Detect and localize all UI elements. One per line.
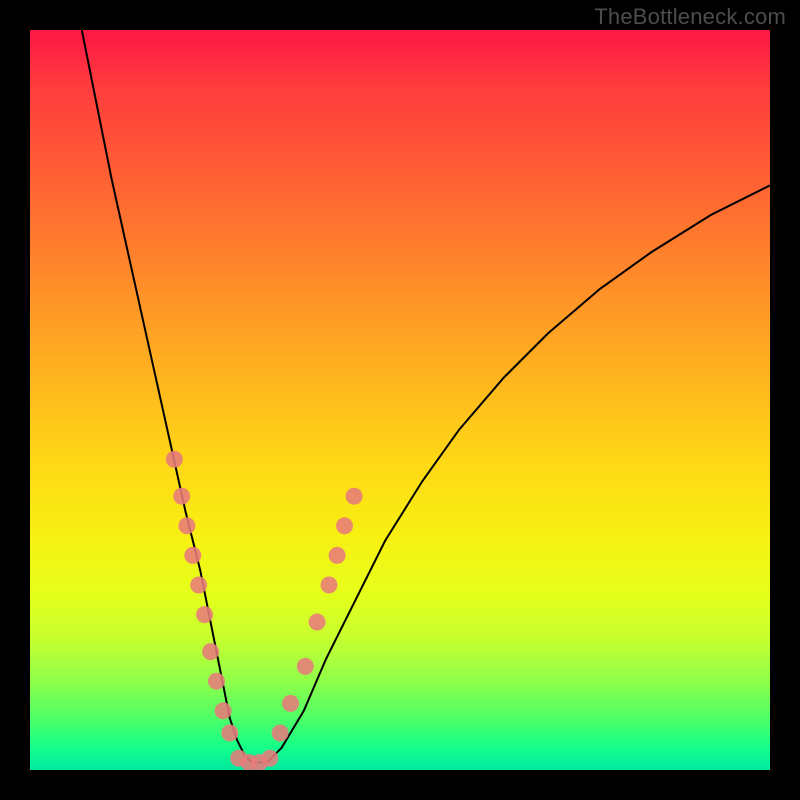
data-point <box>321 577 338 594</box>
data-point <box>336 517 353 534</box>
curve <box>82 30 770 763</box>
curve-line <box>82 30 770 763</box>
data-point <box>184 547 201 564</box>
data-point <box>208 673 225 690</box>
curve-markers <box>166 451 363 770</box>
data-point <box>166 451 183 468</box>
chart-svg <box>30 30 770 770</box>
data-point <box>202 643 219 660</box>
data-point <box>309 614 326 631</box>
data-point <box>173 488 190 505</box>
chart-frame: TheBottleneck.com <box>0 0 800 800</box>
data-point <box>297 658 314 675</box>
data-point <box>282 695 299 712</box>
data-point <box>261 750 278 767</box>
data-point <box>190 577 207 594</box>
plot-area <box>30 30 770 770</box>
data-point <box>215 702 232 719</box>
data-point <box>329 547 346 564</box>
watermark-label: TheBottleneck.com <box>594 4 786 30</box>
data-point <box>196 606 213 623</box>
data-point <box>346 488 363 505</box>
data-point <box>178 517 195 534</box>
data-point <box>272 725 289 742</box>
data-point <box>221 725 238 742</box>
